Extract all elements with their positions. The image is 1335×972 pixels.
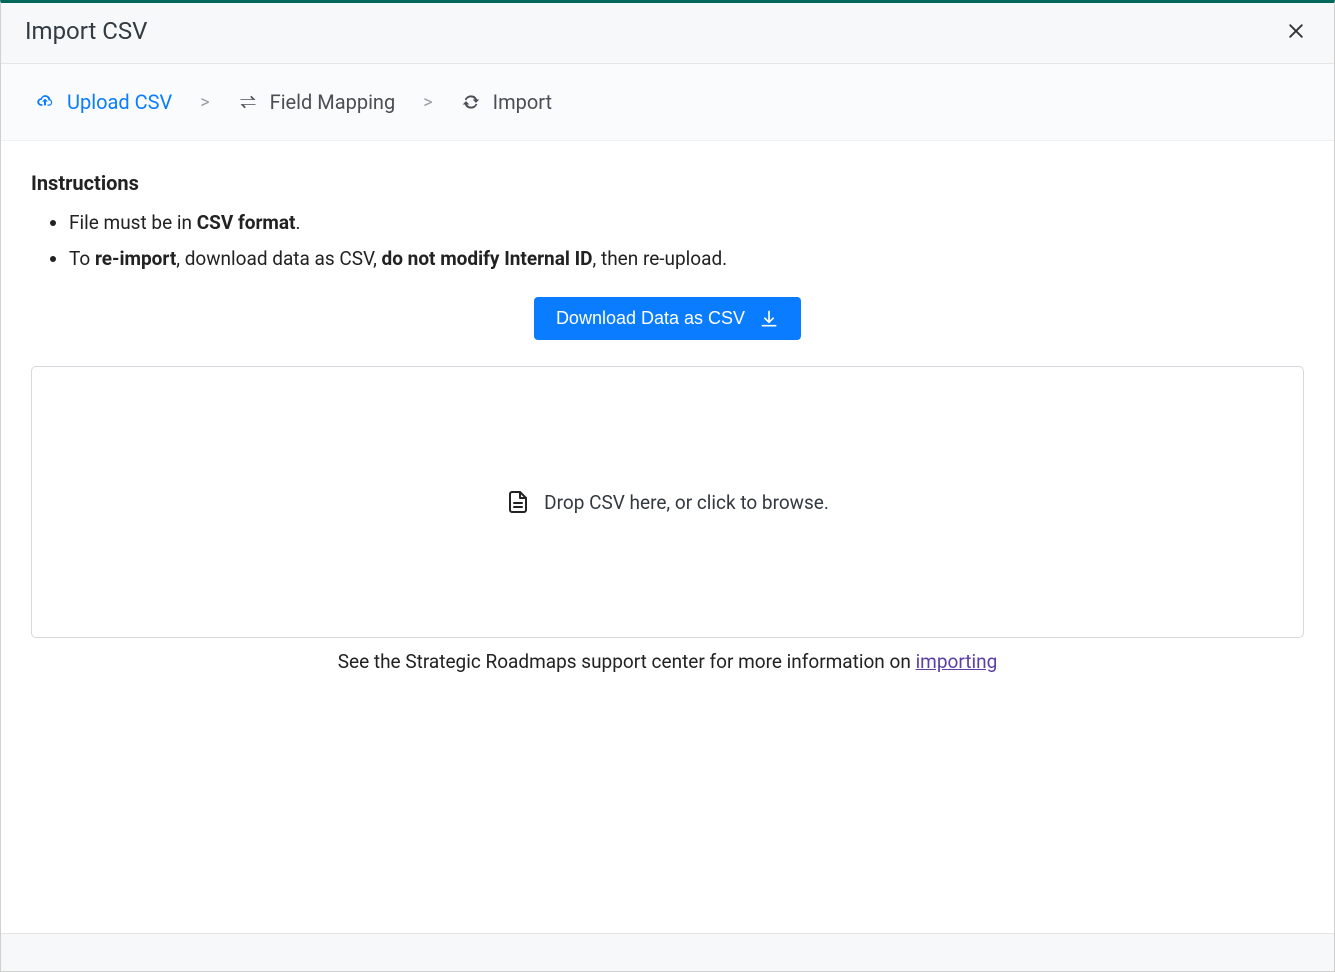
step-separator: > xyxy=(200,92,209,113)
instruction-item-1: File must be in CSV format. xyxy=(69,205,1304,241)
step-field-mapping[interactable]: Field Mapping xyxy=(238,90,396,114)
step-separator: > xyxy=(423,92,432,113)
close-icon xyxy=(1286,21,1306,41)
refresh-icon xyxy=(461,92,481,112)
step-label: Import xyxy=(493,90,552,114)
download-button-label: Download Data as CSV xyxy=(556,308,745,329)
instructions-heading: Instructions xyxy=(31,171,1304,195)
modal-body: Instructions File must be in CSV format.… xyxy=(1,141,1334,933)
csv-dropzone[interactable]: Drop CSV here, or click to browse. xyxy=(31,366,1304,638)
download-data-button[interactable]: Download Data as CSV xyxy=(534,297,801,340)
modal-header: Import CSV xyxy=(1,3,1334,64)
cloud-upload-icon xyxy=(35,92,55,112)
step-label: Field Mapping xyxy=(270,90,396,114)
instruction-item-2: To re-import, download data as CSV, do n… xyxy=(69,241,1304,277)
arrows-exchange-icon xyxy=(238,92,258,112)
modal-footer xyxy=(1,933,1334,971)
step-upload-csv[interactable]: Upload CSV xyxy=(35,90,172,114)
instructions-list: File must be in CSV format. To re-import… xyxy=(31,205,1304,277)
support-text: See the Strategic Roadmaps support cente… xyxy=(31,650,1304,673)
importing-help-link[interactable]: importing xyxy=(916,650,998,673)
download-icon xyxy=(759,309,779,329)
file-icon xyxy=(506,490,530,514)
import-csv-modal: Import CSV Upload CSV > xyxy=(0,0,1335,972)
close-button[interactable] xyxy=(1282,17,1310,45)
modal-title: Import CSV xyxy=(25,17,147,45)
wizard-steps: Upload CSV > Field Mapping > Import xyxy=(1,64,1334,141)
step-import[interactable]: Import xyxy=(461,90,552,114)
dropzone-text: Drop CSV here, or click to browse. xyxy=(544,491,829,514)
step-label: Upload CSV xyxy=(67,90,172,114)
download-row: Download Data as CSV xyxy=(31,297,1304,340)
